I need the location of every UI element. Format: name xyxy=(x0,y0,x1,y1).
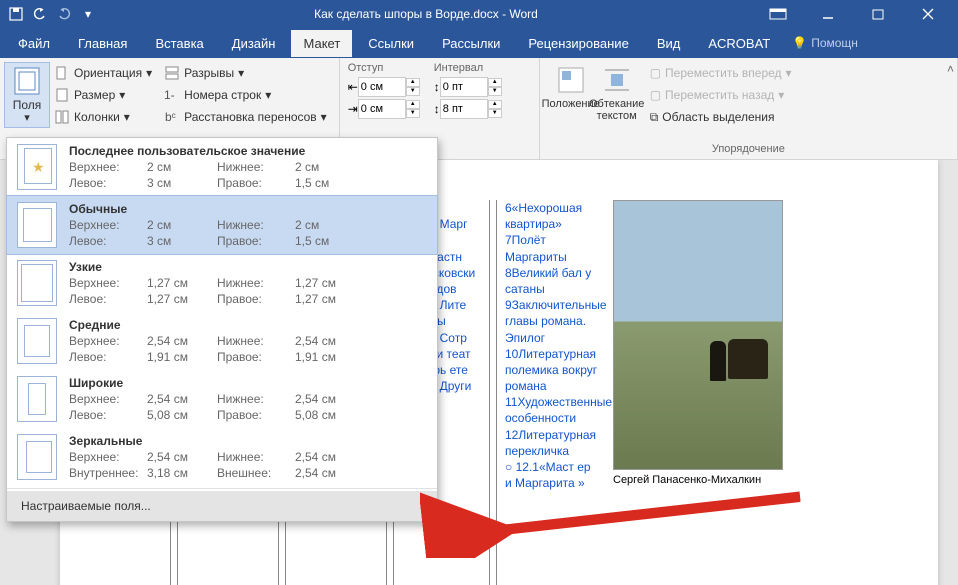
margins-dropdown: Последнее пользовательское значение Верх… xyxy=(6,137,438,522)
svg-text:1-: 1- xyxy=(164,88,175,102)
maximize-button[interactable] xyxy=(858,0,898,28)
margins-preset-icon xyxy=(17,144,57,190)
hyphenation-button[interactable]: bᶜРасстановка переносов ▾ xyxy=(160,106,331,128)
position-icon xyxy=(555,64,587,96)
tab-view[interactable]: Вид xyxy=(645,30,693,57)
margins-wide[interactable]: Широкие Верхнее:2,54 смНижнее:2,54 см Ле… xyxy=(7,370,437,428)
margins-preset-icon xyxy=(17,202,57,248)
ribbon-options-icon[interactable] xyxy=(758,0,798,28)
spacing-after[interactable]: ↕▲▼ xyxy=(434,98,502,120)
tab-insert[interactable]: Вставка xyxy=(143,30,215,57)
orientation-button[interactable]: Ориентация ▾ xyxy=(50,62,156,84)
margins-custom[interactable]: Настраиваемые поля... xyxy=(7,491,437,521)
tab-file[interactable]: Файл xyxy=(6,30,62,57)
qat-more-icon[interactable]: ▾ xyxy=(78,4,98,24)
size-button[interactable]: Размер ▾ xyxy=(50,84,156,106)
tab-layout[interactable]: Макет xyxy=(291,30,352,57)
margins-last[interactable]: Последнее пользовательское значение Верх… xyxy=(7,138,437,196)
tab-acrobat[interactable]: ACROBAT xyxy=(696,30,782,57)
spacing-before[interactable]: ↕▲▼ xyxy=(434,76,502,98)
tell-me[interactable]: 💡Помощн xyxy=(786,36,864,50)
spin-up[interactable]: ▲ xyxy=(488,78,502,87)
margins-normal[interactable]: Обычные Верхнее:2 смНижнее:2 см Левое:3 … xyxy=(6,195,438,255)
spin-up[interactable]: ▲ xyxy=(406,100,420,109)
tab-review[interactable]: Рецензирование xyxy=(516,30,640,57)
spacing-label: Интервал xyxy=(434,62,502,74)
margins-button[interactable]: Поля▾ xyxy=(4,62,50,128)
arrange-group-label: Упорядочение xyxy=(548,143,949,157)
margins-mirrored[interactable]: Зеркальные Верхнее:2,54 смНижнее:2,54 см… xyxy=(7,428,437,486)
margins-preset-icon xyxy=(17,376,57,422)
margins-preset-icon xyxy=(17,434,57,480)
close-button[interactable] xyxy=(908,0,948,28)
indent-right[interactable]: ⇥ ▲▼ xyxy=(348,98,420,120)
tab-references[interactable]: Ссылки xyxy=(356,30,426,57)
breaks-button[interactable]: Разрывы ▾ xyxy=(160,62,331,84)
window-title: Как сделать шпоры в Ворде.docx - Word xyxy=(104,7,748,21)
redo-icon[interactable] xyxy=(54,4,74,24)
undo-icon[interactable] xyxy=(30,4,50,24)
tab-mailings[interactable]: Рассылки xyxy=(430,30,512,57)
margins-icon xyxy=(11,65,43,97)
spin-down[interactable]: ▼ xyxy=(406,109,420,118)
margins-preset-icon xyxy=(17,260,57,306)
columns-button[interactable]: Колонки ▾ xyxy=(50,106,156,128)
save-icon[interactable] xyxy=(6,4,26,24)
send-backward-button: ▢ Переместить назад ▾ xyxy=(646,84,796,106)
indent-right-icon: ⇥ xyxy=(348,102,358,116)
wrap-button[interactable]: Обтекание текстом xyxy=(594,62,640,128)
tab-design[interactable]: Дизайн xyxy=(220,30,288,57)
indent-left-icon: ⇤ xyxy=(348,80,358,94)
selection-pane-button[interactable]: ⧉ Область выделения xyxy=(646,106,796,128)
bulb-icon: 💡 xyxy=(792,36,807,50)
margins-narrow[interactable]: Узкие Верхнее:1,27 смНижнее:1,27 см Лево… xyxy=(7,254,437,312)
spin-up[interactable]: ▲ xyxy=(488,100,502,109)
wrap-icon xyxy=(601,64,633,96)
svg-text:bᶜ: bᶜ xyxy=(165,110,176,124)
doc-col5: 6«Нехорошая квартира» 7Полёт Маргариты 8… xyxy=(497,160,607,585)
bring-forward-button: ▢ Переместить вперед ▾ xyxy=(646,62,796,84)
spin-down[interactable]: ▼ xyxy=(488,87,502,96)
doc-image: Сергей Панасенко-Михалкин xyxy=(607,160,787,585)
spin-down[interactable]: ▼ xyxy=(488,109,502,118)
margins-moderate[interactable]: Средние Верхнее:2,54 смНижнее:2,54 см Ле… xyxy=(7,312,437,370)
spin-down[interactable]: ▼ xyxy=(406,87,420,96)
position-button[interactable]: Положение xyxy=(548,62,594,128)
minimize-button[interactable] xyxy=(808,0,848,28)
linenumbers-button[interactable]: 1-Номера строк ▾ xyxy=(160,84,331,106)
spin-up[interactable]: ▲ xyxy=(406,78,420,87)
tab-home[interactable]: Главная xyxy=(66,30,139,57)
collapse-ribbon-icon[interactable]: ˄ xyxy=(947,62,954,76)
indent-label: Отступ xyxy=(348,62,420,74)
indent-left[interactable]: ⇤ ▲▼ xyxy=(348,76,420,98)
margins-preset-icon xyxy=(17,318,57,364)
